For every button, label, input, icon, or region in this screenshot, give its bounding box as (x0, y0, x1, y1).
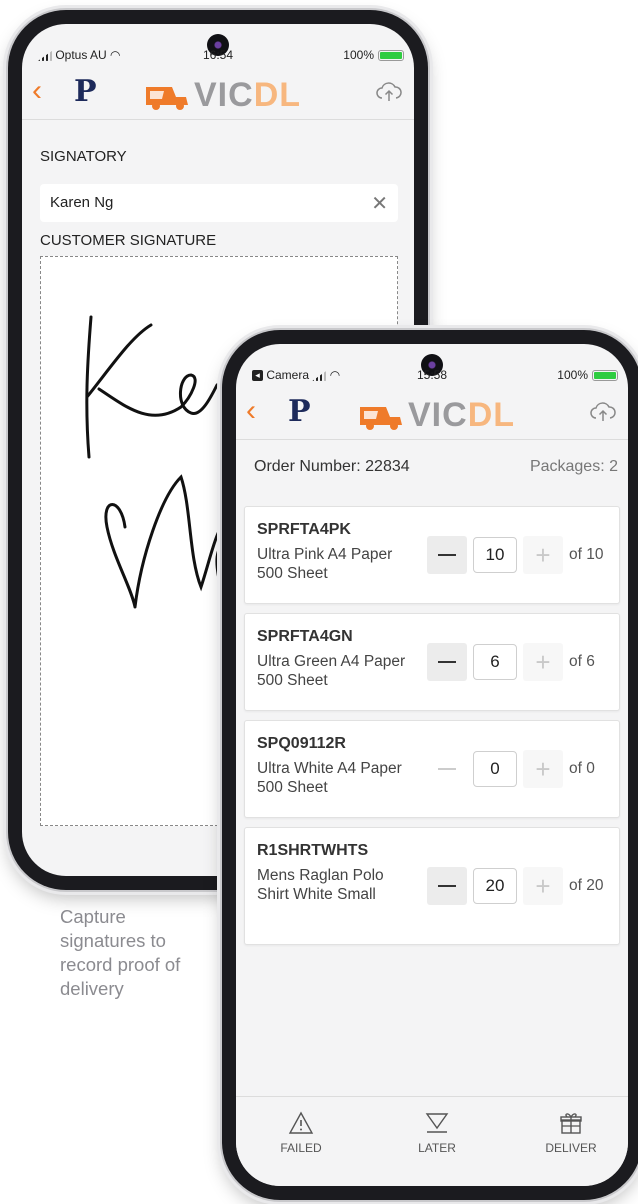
caption-text: Capture signatures to record proof of de… (60, 906, 181, 999)
brand-dl: DL (467, 396, 516, 434)
deliver-button[interactable]: DELIVER (526, 1111, 616, 1155)
quantity-total: of 6 (569, 653, 595, 670)
increment-button[interactable]: + (523, 750, 563, 788)
app-header: ‹ P VIC DL (22, 68, 414, 120)
quantity-stepper: 0 + of 0 (427, 721, 609, 817)
battery-icon (378, 49, 404, 61)
decrement-button[interactable] (427, 536, 467, 574)
later-button[interactable]: LATER (392, 1111, 482, 1155)
hourglass-icon (425, 1113, 449, 1133)
quantity-total: of 20 (569, 877, 604, 894)
phone-delivery: ◂ Camera ◠ 15:58 100% ‹ P VIC DL Order N… (222, 330, 638, 1200)
battery-percent: 100% (343, 48, 374, 62)
vicdl-logo: VIC DL (356, 396, 515, 435)
item-sku: SPRFTA4GN (257, 628, 353, 645)
signatory-input[interactable]: Karen Ng ✕ (40, 184, 398, 222)
later-label: LATER (418, 1141, 456, 1155)
truck-logo-icon (360, 406, 402, 430)
p-logo: P (288, 394, 311, 429)
brand-vic: VIC (194, 76, 254, 114)
plus-icon: + (535, 539, 551, 570)
decrement-button[interactable] (427, 643, 467, 681)
plus-icon: + (535, 646, 551, 677)
status-bar: ◂ Camera ◠ 15:58 100% (236, 366, 628, 386)
back-chevron-icon[interactable]: ‹ (246, 396, 256, 426)
cloud-upload-icon[interactable] (376, 81, 402, 103)
item-card: SPQ09112R Ultra White A4 Paper 500 Sheet… (244, 720, 620, 818)
vicdl-logo: VIC DL (142, 76, 301, 115)
brand-dl: DL (253, 76, 302, 114)
warning-triangle-icon (288, 1111, 314, 1134)
minus-icon (438, 660, 456, 664)
increment-button[interactable]: + (523, 536, 563, 574)
plus-icon: + (535, 753, 551, 784)
customer-signature-label: CUSTOMER SIGNATURE (40, 232, 217, 249)
battery-icon (592, 369, 618, 381)
failed-label: FAILED (280, 1141, 322, 1155)
quantity-total: of 0 (569, 760, 595, 777)
increment-button[interactable]: + (523, 867, 563, 905)
item-description: Ultra Pink A4 Paper 500 Sheet (257, 546, 393, 582)
order-summary: Order Number: 22834 Packages: 2 (248, 458, 618, 488)
quantity-field[interactable]: 10 (473, 537, 517, 573)
item-card: SPRFTA4GN Ultra Green A4 Paper 500 Sheet… (244, 613, 620, 711)
packages-count: Packages: 2 (529, 458, 618, 475)
delivery-screen: ◂ Camera ◠ 15:58 100% ‹ P VIC DL Order N… (236, 344, 628, 1186)
item-card: SPRFTA4PK Ultra Pink A4 Paper 500 Sheet … (244, 506, 620, 604)
decrement-button[interactable] (427, 867, 467, 905)
failed-button[interactable]: FAILED (256, 1111, 346, 1155)
quantity-field[interactable]: 20 (473, 868, 517, 904)
minus-icon (438, 884, 456, 888)
item-card: R1SHRTWHTS Mens Raglan Polo Shirt White … (244, 827, 620, 945)
cloud-upload-icon[interactable] (590, 401, 616, 423)
brand-vic: VIC (408, 396, 468, 434)
decrement-button[interactable] (427, 750, 467, 788)
item-sku: SPRFTA4PK (257, 521, 351, 538)
bottom-action-bar: FAILED LATER DELIVER (236, 1096, 628, 1186)
battery-percent: 100% (557, 368, 588, 382)
truck-logo-icon (146, 86, 188, 110)
item-description: Ultra Green A4 Paper 500 Sheet (257, 653, 406, 689)
signatory-value: Karen Ng (50, 194, 114, 211)
quantity-stepper: 6 + of 6 (427, 614, 609, 710)
minus-icon (438, 553, 456, 557)
quantity-stepper: 10 + of 10 (427, 507, 609, 603)
quantity-field[interactable]: 0 (473, 751, 517, 787)
quantity-total: of 10 (569, 546, 604, 563)
signatory-label: SIGNATORY (40, 148, 127, 165)
status-bar: Optus AU ◠ 16:54 100% (22, 46, 414, 66)
item-description: Ultra White A4 Paper 500 Sheet (257, 760, 402, 796)
deliver-label: DELIVER (545, 1141, 597, 1155)
minus-icon (438, 767, 456, 771)
quantity-stepper: 20 + of 20 (427, 828, 609, 944)
item-sku: R1SHRTWHTS (257, 842, 369, 859)
plus-icon: + (535, 870, 551, 901)
item-description: Mens Raglan Polo Shirt White Small (257, 867, 384, 903)
increment-button[interactable]: + (523, 643, 563, 681)
back-chevron-icon[interactable]: ‹ (32, 76, 42, 106)
clear-icon[interactable]: ✕ (371, 191, 388, 216)
item-sku: SPQ09112R (257, 735, 346, 752)
order-number: Order Number: 22834 (254, 458, 410, 475)
app-header: ‹ P VIC DL (236, 388, 628, 440)
p-logo: P (74, 74, 97, 109)
gift-box-icon (560, 1113, 582, 1134)
quantity-field[interactable]: 6 (473, 644, 517, 680)
